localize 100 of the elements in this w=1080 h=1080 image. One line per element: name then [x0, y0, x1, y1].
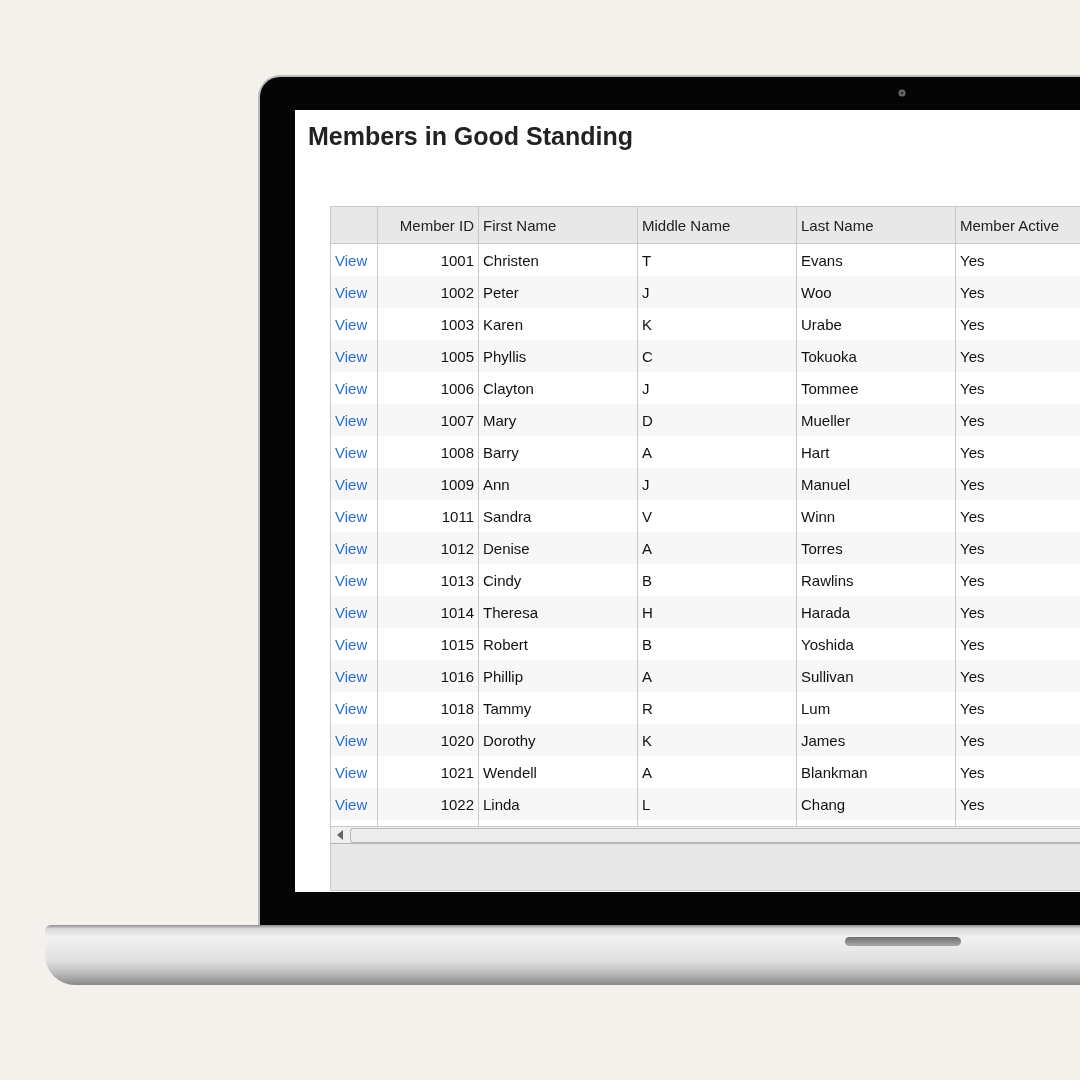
table-cell: A	[642, 539, 652, 557]
column-header[interactable]: Last Name	[797, 207, 956, 243]
table-cell: Yes	[960, 571, 985, 589]
view-link[interactable]: View	[335, 347, 368, 365]
table-cell: Yoshida	[801, 635, 854, 653]
view-link[interactable]: View	[335, 283, 368, 301]
table-cell: Christen	[483, 251, 539, 269]
table-cell: A	[642, 763, 652, 781]
table-cell: Harada	[801, 603, 851, 621]
view-link[interactable]: View	[335, 507, 368, 525]
table-cell: Yes	[960, 699, 985, 717]
table-cell: Lum	[801, 699, 831, 717]
horizontal-scrollbar[interactable]	[350, 827, 1080, 843]
table-cell: J	[642, 475, 650, 493]
table-cell: 1005	[440, 347, 474, 365]
table-cell: 1022	[440, 795, 474, 813]
table-cell: R	[642, 699, 653, 717]
table-cell: Winn	[801, 507, 836, 525]
table-cell: Yes	[960, 315, 985, 333]
table-cell: Phyllis	[483, 347, 527, 365]
column-header[interactable]: Middle Name	[638, 207, 797, 243]
table-cell: Yes	[960, 731, 985, 749]
view-link[interactable]: View	[335, 731, 368, 749]
table-cell: 1007	[440, 411, 474, 429]
table-cell: 1003	[440, 315, 474, 333]
table-cell: 1016	[440, 667, 474, 685]
table-cell: 1006	[440, 379, 474, 397]
table-cell: Tammy	[483, 699, 532, 717]
table-cell: Dorothy	[483, 731, 536, 749]
table-cell: Mueller	[801, 411, 851, 429]
table-cell: K	[642, 731, 652, 749]
table-cell: D	[642, 411, 653, 429]
table-cell: Torres	[801, 539, 843, 557]
table-cell: J	[642, 283, 650, 301]
table-cell: Manuel	[801, 475, 851, 493]
table-cell: Denise	[483, 539, 530, 557]
table-cell: Barry	[483, 443, 519, 461]
view-link[interactable]: View	[335, 379, 368, 397]
table-cell: 1012	[440, 539, 474, 557]
view-link[interactable]: View	[335, 635, 368, 653]
table-cell: Yes	[960, 603, 985, 621]
scroll-left-icon[interactable]	[336, 830, 344, 840]
table-cell: Yes	[960, 763, 985, 781]
table-cell: Peter	[483, 283, 519, 301]
table-cell: Hart	[801, 443, 830, 461]
table-cell: Yes	[960, 635, 985, 653]
table-cell: 1021	[440, 763, 474, 781]
table-cell: Urabe	[801, 315, 842, 333]
table-cell: 1013	[440, 571, 474, 589]
table-cell: Yes	[960, 283, 985, 301]
table-cell: A	[642, 443, 652, 461]
table-cell: B	[642, 571, 652, 589]
table-cell: Yes	[960, 251, 985, 269]
camera-dot	[898, 89, 906, 97]
table-cell: Linda	[483, 795, 520, 813]
table-cell: 1015	[440, 635, 474, 653]
view-link[interactable]: View	[335, 539, 368, 557]
view-link[interactable]: View	[335, 699, 368, 717]
table-cell: Woo	[801, 283, 832, 301]
table-cell: Mary	[483, 411, 517, 429]
table-cell: Cindy	[483, 571, 522, 589]
table-cell: H	[642, 603, 653, 621]
table-cell: Tommee	[801, 379, 859, 397]
table-cell: James	[801, 731, 846, 749]
column-header[interactable]: First Name	[479, 207, 638, 243]
table-cell: Robert	[483, 635, 529, 653]
table-cell: Sullivan	[801, 667, 854, 685]
view-link[interactable]: View	[335, 475, 368, 493]
table-cell: Yes	[960, 667, 985, 685]
table-cell: Tokuoka	[801, 347, 857, 365]
table-cell: Clayton	[483, 379, 534, 397]
view-link[interactable]: View	[335, 571, 368, 589]
table-cell: Yes	[960, 379, 985, 397]
view-link[interactable]: View	[335, 251, 368, 269]
table-cell: Yes	[960, 795, 985, 813]
table-cell: 1009	[440, 475, 474, 493]
table-cell: 1020	[440, 731, 474, 749]
view-link[interactable]: View	[335, 763, 368, 781]
page-title: Members in Good Standing	[307, 121, 634, 152]
view-link[interactable]: View	[335, 315, 368, 333]
column-header[interactable]: Member Active	[956, 207, 1080, 243]
view-link[interactable]: View	[335, 603, 368, 621]
table-cell: 1008	[440, 443, 474, 461]
table-cell: Wendell	[483, 763, 537, 781]
table-cell: 1001	[440, 251, 474, 269]
table-cell: Rawlins	[801, 571, 854, 589]
view-link[interactable]: View	[335, 795, 368, 813]
view-link[interactable]: View	[335, 443, 368, 461]
table-cell: Sandra	[483, 507, 532, 525]
table-cell: Karen	[483, 315, 524, 333]
table-cell: L	[642, 795, 651, 813]
table-cell: Yes	[960, 507, 985, 525]
column-header[interactable]: Member ID	[378, 207, 479, 243]
view-link[interactable]: View	[335, 667, 368, 685]
table-cell: B	[642, 635, 652, 653]
table-cell: Chang	[801, 795, 846, 813]
table-cell: C	[642, 347, 653, 365]
table-cell: V	[642, 507, 652, 525]
table-cell: Yes	[960, 539, 985, 557]
view-link[interactable]: View	[335, 411, 368, 429]
